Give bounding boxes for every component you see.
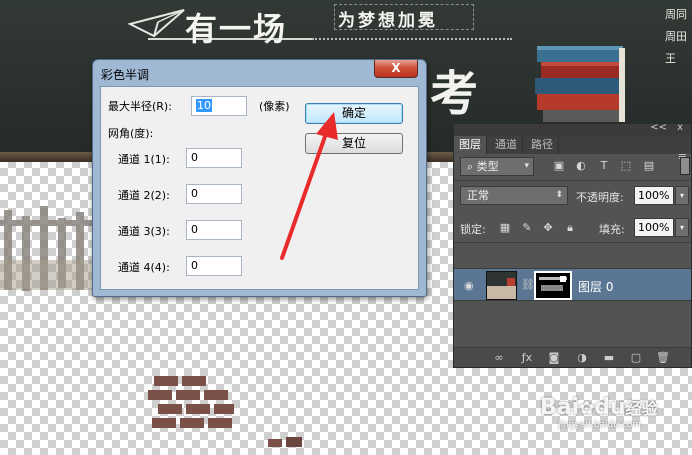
channel-1-input[interactable]: 0 (186, 148, 242, 168)
layer-mask-thumbnail[interactable] (534, 271, 572, 300)
fill-dropdown-icon[interactable]: ▾ (675, 218, 689, 237)
blend-mode-value: 正常 (467, 189, 489, 202)
panel-tab-bar: 图层 通道 路径 ≡ (454, 136, 691, 163)
lock-all-icon[interactable]: 🔒︎ (563, 221, 577, 235)
max-radius-input[interactable]: 10 (191, 96, 247, 116)
filter-type-icon[interactable]: T (597, 159, 611, 173)
max-radius-label: 最大半径(R): (108, 100, 172, 113)
add-mask-icon[interactable]: ◙ (547, 351, 561, 365)
layer-thumbnail[interactable] (486, 271, 517, 300)
tab-layers[interactable]: 图层 (454, 136, 487, 154)
updown-chevron-icon: ⬍ (555, 190, 563, 200)
lock-brush-icon[interactable]: ✎ (520, 221, 534, 235)
opacity-dropdown-icon[interactable]: ▾ (675, 186, 689, 205)
panel-collapse-icon[interactable]: << (650, 122, 667, 133)
channel-3-input[interactable]: 0 (186, 220, 242, 240)
watermark-url: jingyan.baidu.com (558, 420, 642, 430)
panel-titlebar[interactable]: << x (454, 122, 691, 136)
panel-close-icon[interactable]: x (677, 122, 683, 133)
dialog-title: 彩色半调 (101, 68, 150, 82)
layer-row[interactable]: ◉ ⛓︎ 图层 0 (454, 268, 691, 301)
panel-divider (454, 180, 691, 181)
lock-transparent-icon[interactable]: ▦ (498, 221, 512, 235)
chalk-title-main: 有一场 (185, 10, 288, 48)
chalk-subtitle: 为梦想加冕 (338, 11, 438, 31)
link-layers-icon[interactable]: ∞ (492, 351, 506, 365)
max-radius-value: 10 (196, 99, 212, 112)
filter-toggle-switch[interactable] (680, 157, 690, 175)
trash-icon[interactable]: 🗑︎ (656, 351, 670, 365)
watermark-cn: 经验 (625, 399, 658, 418)
red-arrow-annotation (280, 112, 338, 260)
tab-channels[interactable]: 通道 (490, 136, 523, 154)
channel-2-input[interactable]: 0 (186, 184, 242, 204)
dialog-titlebar[interactable]: 彩色半调 X (93, 60, 426, 86)
brick-wall-image (148, 376, 234, 428)
dialog-body: 最大半径(R): 10 (像素) 网角(度): 通道 1(1): 0 通道 2(… (100, 86, 419, 290)
blend-mode-dropdown[interactable]: 正常 ⬍ (460, 186, 568, 205)
channel-4-input[interactable]: 0 (186, 256, 242, 276)
baidu-watermark: Bai✿du经验 jingyan.baidu.com (540, 395, 658, 430)
layer-filter-value: 类型 (476, 160, 499, 173)
layers-panel: << x 图层 通道 路径 ≡ ⌕ 类型 ▾ ▣ ◐ T ⬚ ▤ 正常 ⬍ 不透… (453, 122, 692, 368)
new-layer-icon[interactable]: ▢ (629, 351, 643, 365)
brick-fragment-image (268, 437, 302, 447)
filter-adjustment-icon[interactable]: ◐ (574, 159, 588, 173)
panel-bottom-toolbar: ∞ ƒx ◙ ◑ ▬ ▢ 🗑︎ (454, 347, 691, 367)
filter-pixel-icon[interactable]: ▣ (552, 159, 566, 173)
book-stack-image (535, 46, 625, 122)
link-chain-icon[interactable]: ⛓︎ (521, 278, 535, 291)
watermark-brand-tail: du (594, 395, 626, 420)
chevron-down-icon: ▾ (524, 161, 529, 171)
new-group-icon[interactable]: ▬ (602, 351, 616, 365)
eye-visibility-icon[interactable]: ◉ (464, 279, 474, 292)
fill-input[interactable]: 100% (634, 218, 674, 237)
fill-label: 填充: (599, 223, 625, 236)
opacity-input[interactable]: 100% (634, 186, 674, 205)
paper-plane-icon (128, 9, 185, 38)
chalk-title-big: 考 (430, 66, 481, 122)
lock-position-icon[interactable]: ✥ (541, 221, 555, 235)
layer-name[interactable]: 图层 0 (578, 278, 613, 295)
panel-divider (454, 242, 691, 243)
channel-2-label: 通道 2(2): (118, 189, 170, 202)
paw-icon: ✿ (579, 398, 595, 419)
layer-filter-dropdown[interactable]: ⌕ 类型 ▾ (460, 157, 534, 176)
fx-icon[interactable]: ƒx (520, 351, 534, 365)
screen-angles-label: 网角(度): (108, 127, 154, 140)
tab-paths[interactable]: 路径 (526, 136, 559, 154)
filter-smart-object-icon[interactable]: ▤ (642, 159, 656, 173)
color-halftone-dialog: 彩色半调 X 最大半径(R): 10 (像素) 网角(度): 通道 1(1): … (92, 59, 427, 297)
search-icon: ⌕ (467, 160, 474, 173)
opacity-label: 不透明度: (576, 191, 624, 204)
filter-shape-icon[interactable]: ⬚ (619, 159, 633, 173)
channel-1-label: 通道 1(1): (118, 153, 170, 166)
dialog-close-button[interactable]: X (374, 60, 418, 78)
chalk-dotted-line (312, 38, 512, 40)
channel-4-label: 通道 4(4): (118, 261, 170, 274)
chalk-side-text: 周同周田王 (665, 8, 687, 65)
adjustment-layer-icon[interactable]: ◑ (575, 351, 589, 365)
lock-label: 锁定: (460, 223, 486, 236)
watermark-brand: Bai (540, 395, 580, 420)
channel-3-label: 通道 3(3): (118, 225, 170, 238)
